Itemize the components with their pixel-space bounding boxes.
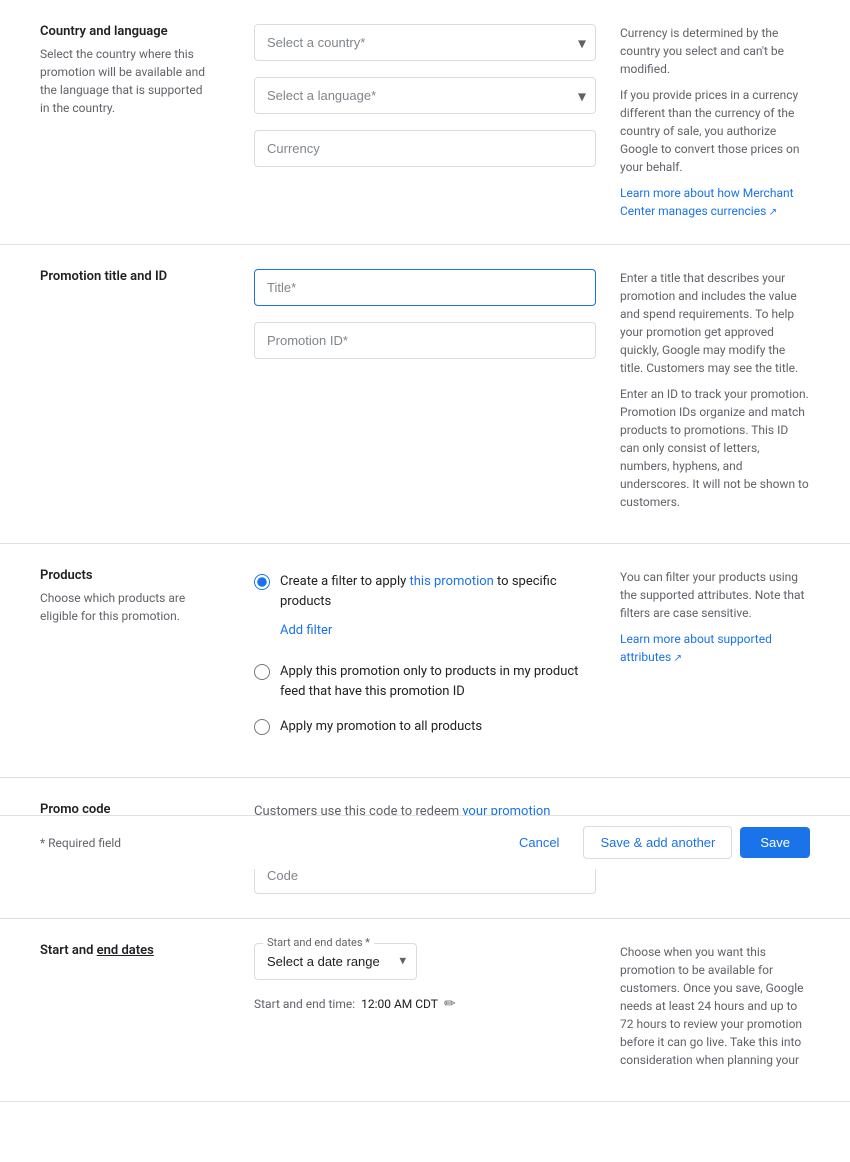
currency-help-link[interactable]: Learn more about how Merchant Center man… (620, 186, 794, 218)
products-help-link[interactable]: Learn more about supported attributes (620, 632, 772, 664)
section-left-products: Products Choose which products are eligi… (40, 568, 230, 753)
promotion-title-heading: Promotion title and ID (40, 269, 214, 284)
time-row: Start and end time: 12:00 AM CDT ✏ (254, 996, 596, 1012)
footer: * Required field Cancel Save & add anoth… (0, 815, 850, 869)
section-left-dates: Start and end dates (40, 943, 230, 1077)
date-select-wrapper[interactable]: Start and end dates * Select a date rang… (254, 943, 417, 980)
products-section: Products Choose which products are eligi… (0, 544, 850, 778)
currency-input[interactable] (254, 130, 596, 167)
radio-filter-item[interactable]: Create a filter to apply this promotion … (254, 572, 596, 611)
section-right-products: You can filter your products using the s… (620, 568, 810, 753)
edit-time-icon[interactable]: ✏ (444, 996, 456, 1012)
save-add-button[interactable]: Save & add another (583, 826, 732, 859)
radio-feed-input[interactable] (254, 664, 270, 680)
products-title: Products (40, 568, 214, 583)
cancel-button[interactable]: Cancel (503, 827, 575, 858)
promotion-title-section: Promotion title and ID Enter a title tha… (0, 245, 850, 544)
date-range-field: Start and end dates * Select a date rang… (254, 943, 596, 980)
section-center-products: Create a filter to apply this promotion … (230, 568, 620, 753)
products-help-text: You can filter your products using the s… (620, 568, 810, 622)
section-right-country: Currency is determined by the country yo… (620, 24, 810, 220)
radio-filter-input[interactable] (254, 574, 270, 590)
promotion-id-field (254, 322, 596, 359)
add-filter-link[interactable]: Add filter (280, 623, 332, 638)
section-left-promo-title: Promotion title and ID (40, 269, 230, 519)
promotion-id-input[interactable] (254, 322, 596, 359)
country-select-wrapper[interactable]: Select a country* ▾ (254, 24, 596, 61)
title-field (254, 269, 596, 306)
products-description: Choose which products are eligible for t… (40, 589, 214, 625)
country-language-section: Country and language Select the country … (0, 0, 850, 245)
language-select-wrapper[interactable]: Select a language* ▾ (254, 77, 596, 114)
currency-help-text-1: Currency is determined by the country yo… (620, 24, 810, 78)
radio-all-item[interactable]: Apply my promotion to all products (254, 717, 596, 737)
time-value: 12:00 AM CDT (361, 997, 438, 1011)
currency-help-text-2: If you provide prices in a currency diff… (620, 86, 810, 176)
radio-all-label: Apply my promotion to all products (280, 717, 482, 737)
dates-help-text: Choose when you want this promotion to b… (620, 943, 810, 1069)
promo-title-help-2: Enter an ID to track your promotion. Pro… (620, 385, 810, 511)
dates-section: Start and end dates Start and end dates … (0, 919, 850, 1102)
main-content: Country and language Select the country … (0, 0, 850, 1162)
footer-actions: Cancel Save & add another Save (503, 826, 810, 859)
section-center-promo-title (230, 269, 620, 519)
time-label: Start and end time: (254, 997, 355, 1011)
products-radio-group: Create a filter to apply this promotion … (254, 572, 596, 737)
country-language-title: Country and language (40, 24, 214, 39)
section-right-dates: Choose when you want this promotion to b… (620, 943, 810, 1077)
radio-feed-item[interactable]: Apply this promotion only to products in… (254, 662, 596, 701)
radio-filter-link[interactable]: this promotion (410, 574, 494, 589)
country-select-field: Select a country* ▾ (254, 24, 596, 61)
section-center-country: Select a country* ▾ Select a language* ▾ (230, 24, 620, 220)
language-select-field: Select a language* ▾ (254, 77, 596, 114)
date-range-select[interactable]: Select a date range (255, 944, 416, 979)
save-button[interactable]: Save (740, 827, 810, 858)
radio-filter-label: Create a filter to apply this promotion … (280, 572, 596, 611)
country-language-description: Select the country where this promotion … (40, 45, 214, 117)
language-select[interactable]: Select a language* (254, 77, 596, 114)
title-input[interactable] (254, 269, 596, 306)
currency-field (254, 130, 596, 167)
promo-title-help-1: Enter a title that describes your promot… (620, 269, 810, 377)
radio-feed-label: Apply this promotion only to products in… (280, 662, 596, 701)
section-center-dates: Start and end dates * Select a date rang… (230, 943, 620, 1077)
section-left-country: Country and language Select the country … (40, 24, 230, 220)
country-select[interactable]: Select a country* (254, 24, 596, 61)
dates-title: Start and end dates (40, 943, 214, 958)
required-field-note: * Required field (40, 836, 121, 850)
radio-all-input[interactable] (254, 719, 270, 735)
section-right-promo-title: Enter a title that describes your promot… (620, 269, 810, 519)
